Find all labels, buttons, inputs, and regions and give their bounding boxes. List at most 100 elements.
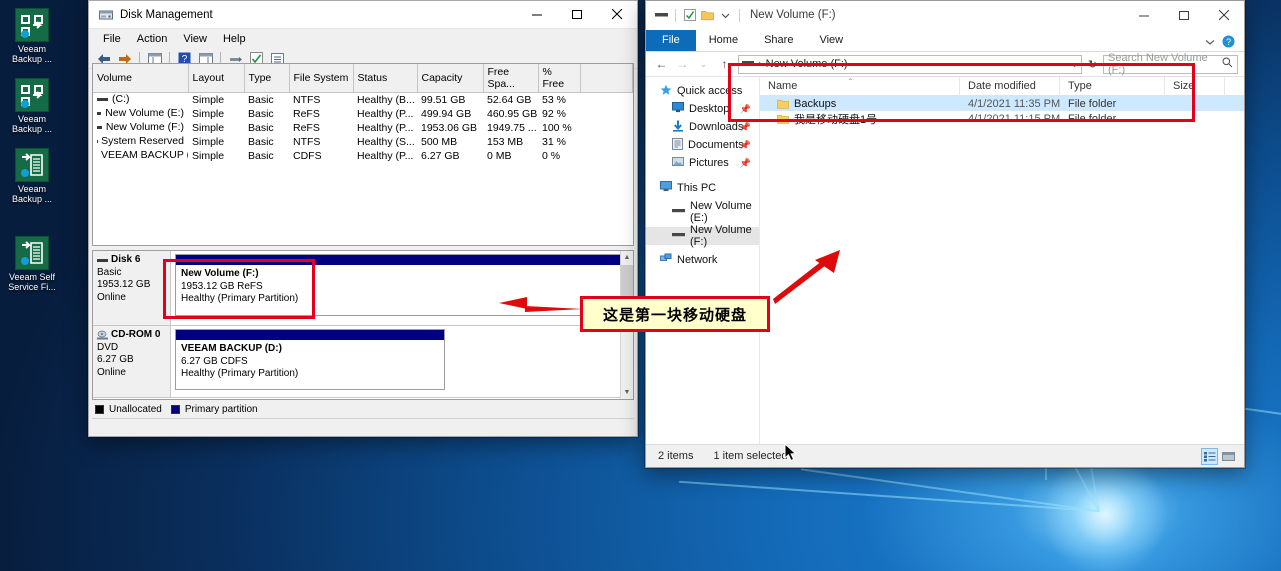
chevron-down-icon[interactable]	[718, 8, 733, 23]
back-button[interactable]: ←	[652, 55, 671, 74]
sidebar-item-pictures[interactable]: Pictures 📌	[646, 154, 759, 172]
disk-row-6[interactable]: Disk 6 Basic 1953.12 GB Online New Volum…	[93, 251, 633, 326]
large-icons-view-button[interactable]	[1220, 448, 1237, 465]
new-folder-icon[interactable]	[700, 8, 715, 23]
pin-icon[interactable]: 📌	[740, 122, 751, 133]
partition-box[interactable]: VEEAM BACKUP (D:) 6.27 GB CDFS Healthy (…	[175, 329, 445, 390]
column-header-name[interactable]: Name	[760, 76, 960, 96]
drive-icon	[742, 58, 754, 70]
table-row[interactable]: System Reserved Simple Basic NTFS Health…	[93, 135, 633, 149]
fs-cell: ReFS	[293, 108, 320, 120]
column-header-free-space[interactable]: Free Spa...	[483, 64, 539, 93]
pin-icon[interactable]: 📌	[740, 140, 751, 151]
volume-cell: (C:)	[93, 93, 188, 105]
column-header-status[interactable]: Status	[353, 64, 418, 93]
column-header-layout[interactable]: Layout	[188, 64, 245, 93]
menu-item-action[interactable]: Action	[129, 31, 176, 47]
type-cell: Basic	[248, 94, 274, 106]
up-button[interactable]: ↑	[715, 55, 734, 74]
search-box[interactable]: Search New Volume (F:)	[1103, 52, 1238, 76]
column-header-type[interactable]: Type	[244, 64, 290, 93]
details-view-button[interactable]	[1201, 447, 1218, 465]
fs-cell: CDFS	[293, 150, 322, 162]
scroll-up-icon[interactable]: ▲	[621, 251, 633, 264]
sidebar-item-quick-access[interactable]: Quick access	[646, 82, 759, 100]
sidebar-item-documents[interactable]: Documents 📌	[646, 136, 759, 154]
disk-management-statusbar	[92, 418, 634, 433]
capacity-cell: 1953.06 GB	[421, 122, 478, 134]
forward-button[interactable]: →	[673, 55, 692, 74]
menu-item-view[interactable]: View	[175, 31, 215, 47]
search-icon[interactable]	[1222, 57, 1233, 71]
maximize-button[interactable]	[1164, 1, 1204, 29]
column-header-percent-free[interactable]: % Free	[538, 64, 581, 93]
explorer-titlebar[interactable]: New Volume (F:)	[646, 1, 1244, 29]
layout-cell: Simple	[192, 150, 225, 162]
folder-icon	[777, 114, 789, 124]
file-list-pane: Name Date modified Type Size ⌃ Backups 4…	[759, 76, 1244, 444]
tab-view[interactable]: View	[806, 30, 856, 51]
menu-item-file[interactable]: File	[95, 31, 129, 47]
disk-kind: DVD	[97, 341, 119, 353]
list-item[interactable]: 我是移动硬盘1号 4/1/2021 11:15 PM File folder	[760, 111, 1244, 126]
breadcrumb-path[interactable]: New Volume (F:)	[766, 58, 848, 70]
tab-share[interactable]: Share	[751, 30, 806, 51]
sidebar-item-new-volume-f[interactable]: New Volume (F:)	[646, 224, 759, 248]
menu-item-help[interactable]: Help	[215, 31, 254, 47]
pin-icon[interactable]: 📌	[740, 104, 751, 115]
sidebar-item-this-pc[interactable]: This PC	[646, 179, 759, 197]
sidebar-item-label: New Volume (E:)	[690, 200, 752, 224]
disk-management-window-controls	[517, 1, 637, 29]
minimize-button[interactable]	[517, 1, 557, 29]
close-button[interactable]	[597, 1, 637, 29]
folder-icon	[777, 99, 789, 109]
volume-cell: New Volume (F:)	[93, 121, 188, 133]
tab-file[interactable]: File	[646, 30, 696, 51]
table-row[interactable]: New Volume (F:) Simple Basic ReFS Health…	[93, 121, 633, 135]
address-bar[interactable]: › New Volume (F:) ⌄	[738, 54, 1082, 74]
chevron-down-icon[interactable]: ⌄	[1071, 60, 1078, 69]
table-row[interactable]: VEEAM BACKUP (... Simple Basic CDFS Heal…	[93, 149, 633, 163]
volume-cell: New Volume (E:)	[93, 107, 188, 119]
minimize-button[interactable]	[1124, 1, 1164, 29]
sidebar-item-network[interactable]: Network	[646, 251, 759, 269]
help-icon[interactable]: ?	[1222, 35, 1235, 51]
properties-icon[interactable]	[682, 8, 697, 23]
sidebar-item-new-volume-e[interactable]: New Volume (E:)	[646, 200, 759, 224]
column-header-type[interactable]: Type	[1060, 76, 1165, 96]
disk-size: 1953.12 GB	[97, 279, 151, 290]
desktop-icon-veeam-backup-1[interactable]: Veeam Backup ...	[3, 8, 61, 64]
column-header-capacity[interactable]: Capacity	[417, 64, 484, 93]
scroll-down-icon[interactable]: ▼	[621, 386, 633, 399]
veeam-backup-icon	[15, 78, 49, 112]
disk-header: Disk 6 Basic 1953.12 GB Online	[93, 251, 171, 325]
column-header-size[interactable]: Size	[1165, 76, 1225, 96]
disk-management-titlebar[interactable]: Disk Management	[89, 1, 637, 29]
sidebar-item-downloads[interactable]: Downloads 📌	[646, 118, 759, 136]
legend-label-primary: Primary partition	[184, 404, 258, 415]
free-cell: 1949.75 ...	[487, 122, 537, 134]
maximize-button[interactable]	[557, 1, 597, 29]
sidebar-item-desktop[interactable]: Desktop 📌	[646, 100, 759, 118]
search-input[interactable]: Search New Volume (F:)	[1108, 52, 1222, 76]
list-item[interactable]: Backups 4/1/2021 11:35 PM File folder	[760, 96, 1244, 111]
desktop-icon-veeam-backup-2[interactable]: Veeam Backup ...	[3, 78, 61, 134]
breadcrumb[interactable]: › New Volume (F:)	[742, 58, 848, 70]
file-name: Backups	[794, 97, 837, 110]
recent-locations-button[interactable]: ⌄	[694, 55, 713, 74]
tab-home[interactable]: Home	[696, 30, 751, 51]
pin-icon[interactable]: 📌	[740, 158, 751, 169]
column-header-date-modified[interactable]: Date modified	[960, 76, 1060, 96]
expand-ribbon-icon[interactable]	[1205, 37, 1215, 49]
desktop-icon-veeam-backup-3[interactable]: Veeam Backup ...	[3, 148, 61, 204]
refresh-button[interactable]: ↻	[1084, 55, 1101, 74]
column-header-file-system[interactable]: File System	[289, 64, 354, 93]
partition-box[interactable]: New Volume (F:) 1953.12 GB ReFS Healthy …	[175, 254, 629, 316]
desktop-icon-veeam-self-service[interactable]: Veeam Self Service Fi...	[3, 236, 61, 292]
table-row[interactable]: (C:) Simple Basic NTFS Healthy (B... 99.…	[93, 93, 633, 108]
annotation-callout: 这是第一块移动硬盘	[580, 296, 770, 332]
table-row[interactable]: New Volume (E:) Simple Basic ReFS Health…	[93, 107, 633, 121]
column-header-volume[interactable]: Volume	[93, 64, 189, 93]
close-button[interactable]	[1204, 1, 1244, 29]
disk-row-cdrom[interactable]: CD-ROM 0 DVD 6.27 GB Online VEEAM BACKUP…	[93, 326, 633, 398]
